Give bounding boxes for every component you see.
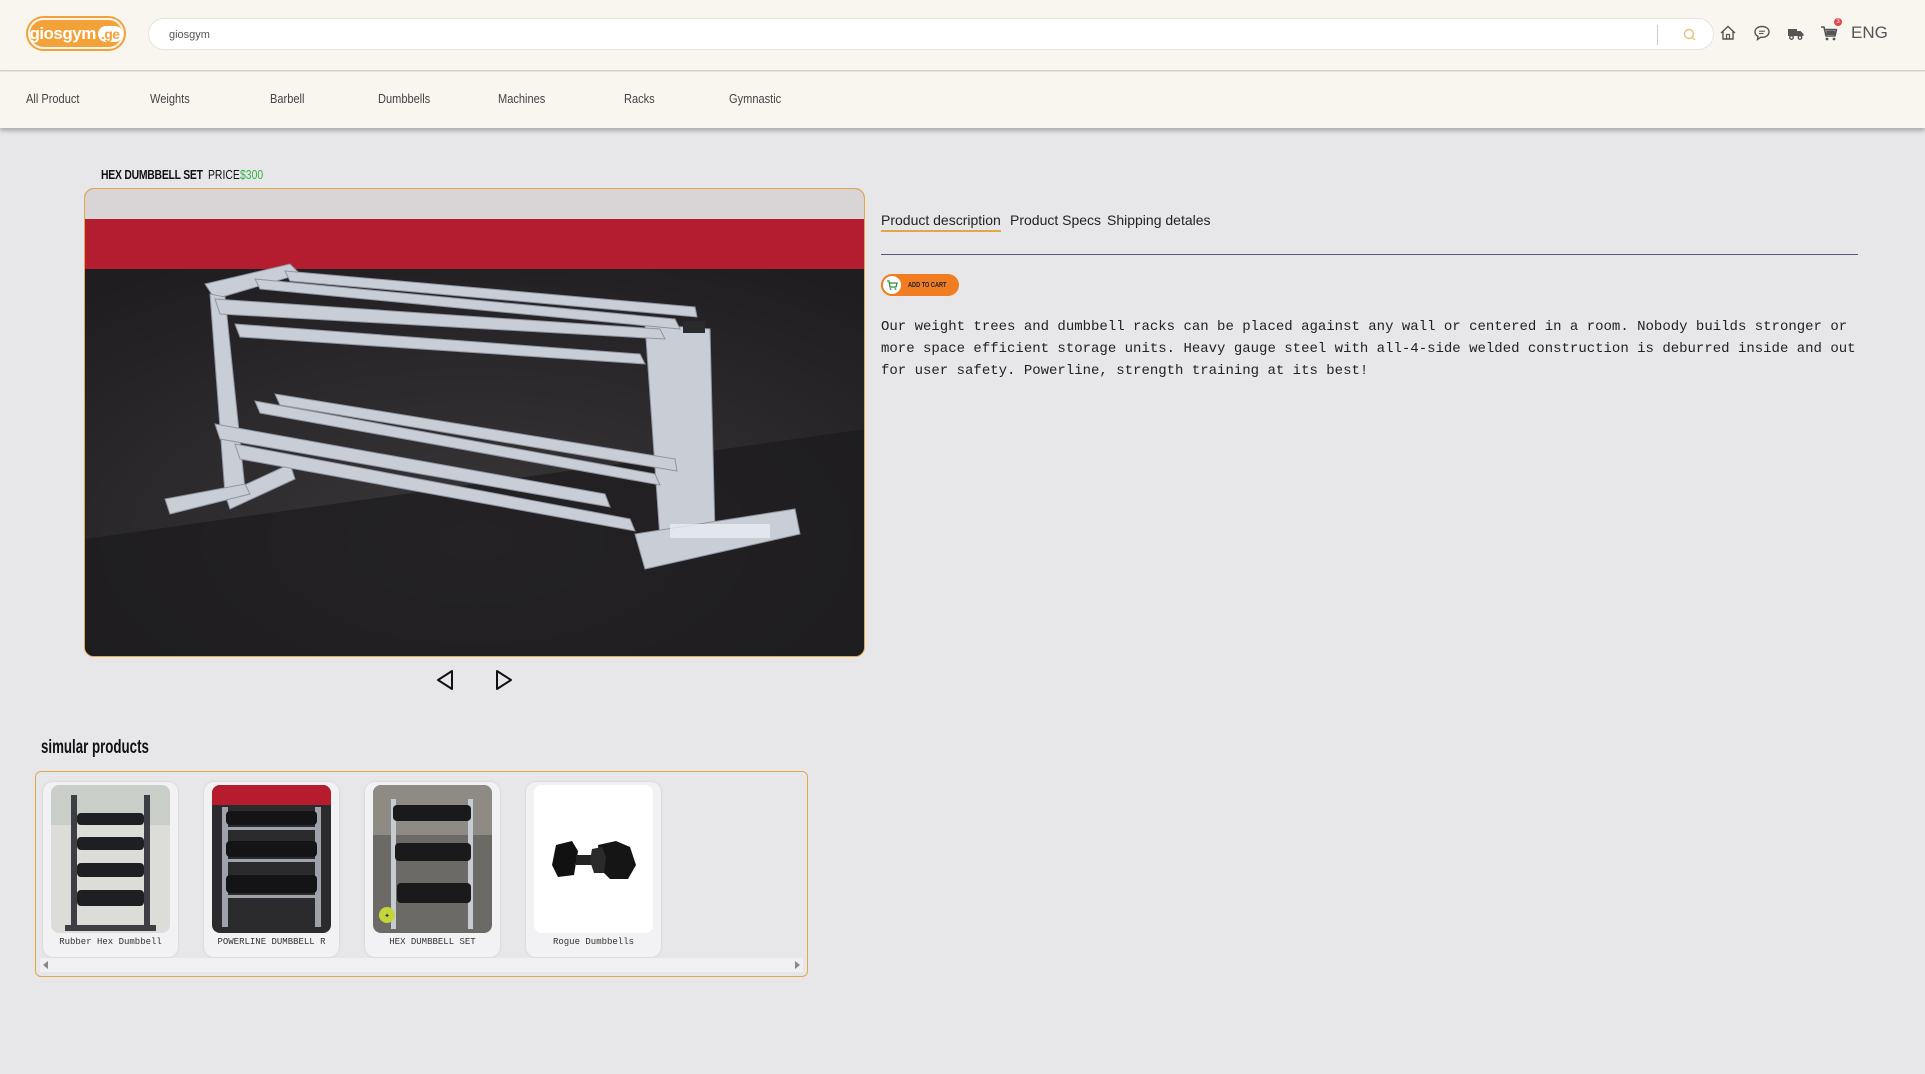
cart-count-badge: 3 (1834, 18, 1842, 26)
product-price: $300 (240, 167, 264, 182)
search-divider (1657, 25, 1658, 45)
add-to-cart-button[interactable]: ADD TO CART (881, 274, 959, 296)
tab-product-specs[interactable]: Product Specs (1010, 212, 1101, 228)
nav-item-dumbbells[interactable]: Dumbbells (378, 91, 430, 106)
search-bar (148, 18, 1714, 50)
product-title: HEX DUMBBELL SET (101, 167, 203, 182)
similar-products-carousel: Rubber Hex Dumbbell POWERLINE DUMBBELL R… (35, 771, 808, 977)
carousel-scrollbar[interactable] (40, 958, 803, 972)
nav-item-machines[interactable]: Machines (498, 91, 545, 106)
search-icon[interactable] (1681, 26, 1699, 44)
similar-product-card[interactable]: Rogue Dumbbells (526, 782, 661, 957)
similar-product-card[interactable]: ✦ HEX DUMBBELL SET (365, 782, 500, 957)
tab-divider (881, 254, 1858, 255)
nav-item-racks[interactable]: Racks (624, 91, 655, 106)
chat-icon[interactable] (1751, 22, 1773, 44)
logo-tld: .ge (97, 25, 123, 42)
similar-product-name: Rogue Dumbbells (552, 937, 634, 947)
nav-item-all-product[interactable]: All Product (26, 91, 79, 106)
delivery-truck-icon[interactable] (1785, 22, 1807, 44)
next-image-arrow-icon[interactable] (492, 668, 516, 692)
search-input[interactable] (169, 26, 1569, 44)
scroll-right-arrow-icon[interactable] (795, 961, 800, 969)
add-to-cart-label: ADD TO CART (908, 281, 947, 289)
site-logo[interactable]: giosgym .ge (28, 18, 124, 49)
similar-product-name: Rubber Hex Dumbbell (59, 937, 162, 947)
similar-product-image (212, 785, 331, 933)
top-header: giosgym .ge 3 ENG (0, 0, 1925, 71)
similar-product-image: ✦ (373, 785, 492, 933)
prev-image-arrow-icon[interactable] (433, 668, 457, 692)
svg-text:✦: ✦ (384, 912, 390, 920)
similar-product-card[interactable]: Rubber Hex Dumbbell (43, 782, 178, 957)
similar-product-image (534, 785, 653, 933)
nav-item-gymnastic[interactable]: Gymnastic (729, 91, 781, 106)
tab-product-description[interactable]: Product description (881, 212, 1001, 232)
product-description: Our weight trees and dumbbell racks can … (881, 319, 1856, 379)
scroll-left-arrow-icon[interactable] (43, 961, 48, 969)
home-icon[interactable] (1717, 22, 1739, 44)
similar-product-name: HEX DUMBBELL SET (389, 937, 476, 947)
nav-item-weights[interactable]: Weights (150, 91, 190, 106)
nav-item-barbell[interactable]: Barbell (270, 91, 304, 106)
language-selector[interactable]: ENG (1851, 23, 1888, 43)
logo-text: giosgym (29, 23, 96, 43)
similar-product-name: POWERLINE DUMBBELL R (217, 937, 326, 947)
price-label: PRICE (208, 167, 240, 182)
similar-product-card[interactable]: POWERLINE DUMBBELL R (204, 782, 339, 957)
tab-shipping-details[interactable]: Shipping detales (1107, 212, 1211, 228)
product-image (84, 188, 865, 657)
cart-add-icon (881, 274, 903, 296)
similar-products-title: simular products (41, 737, 149, 758)
similar-product-image (51, 785, 170, 933)
category-nav: All Product Weights Barbell Dumbbells Ma… (0, 72, 1925, 128)
